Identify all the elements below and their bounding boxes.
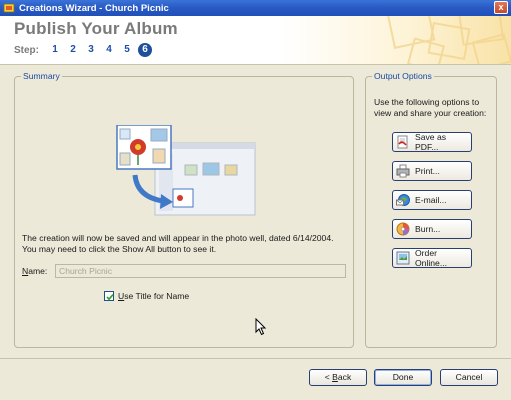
step-1-link[interactable]: 1 [48, 43, 62, 57]
window-title: Creations Wizard - Church Picnic [19, 2, 169, 14]
use-title-option[interactable]: Use Title for Name [104, 291, 189, 301]
summary-legend: Summary [21, 71, 62, 81]
description-line-1: The creation will now be saved and will … [22, 233, 334, 243]
email-label: E-mail... [415, 195, 447, 205]
back-button[interactable]: < Back [309, 369, 367, 386]
mouse-cursor-icon [255, 318, 267, 336]
printer-icon [396, 164, 410, 178]
output-options-legend: Output Options [372, 71, 434, 81]
cancel-button[interactable]: Cancel [440, 369, 498, 386]
output-options-description: Use the following options to view and sh… [374, 97, 487, 118]
step-2-link[interactable]: 2 [66, 43, 80, 57]
summary-group: Summary The creation will now be saved a… [14, 71, 354, 348]
page-title: Publish Your Album [14, 19, 178, 38]
app-icon [3, 2, 15, 14]
step-5-link[interactable]: 5 [120, 43, 134, 57]
description-line-2: You may need to click the Show All butto… [22, 244, 217, 254]
save-as-pdf-label: Save as PDF... [415, 132, 447, 152]
step-navigator: Step: 1 2 3 4 5 6 [14, 43, 156, 57]
use-title-label: Use Title for Name [118, 291, 190, 301]
checkmark-icon [106, 294, 114, 301]
name-row: Name: Church Picnic [22, 264, 346, 278]
step-label: Step: [14, 44, 39, 56]
step-3-link[interactable]: 3 [84, 43, 98, 57]
done-button[interactable]: Done [374, 369, 432, 386]
burn-button[interactable]: Burn... [392, 219, 472, 239]
name-label: Name: [22, 266, 48, 276]
save-as-pdf-button[interactable]: Save as PDF... [392, 132, 472, 152]
footer-divider [0, 358, 511, 359]
order-online-button[interactable]: Order Online... [392, 248, 472, 268]
close-button[interactable]: x [494, 1, 508, 14]
print-button[interactable]: Print... [392, 161, 472, 181]
email-button[interactable]: E-mail... [392, 190, 472, 210]
save-to-photo-well-illustration [116, 125, 256, 216]
header-divider [0, 64, 511, 65]
close-icon: x [498, 2, 504, 12]
header-decoration [386, 16, 511, 64]
wizard-header: Publish Your Album Step: 1 2 3 4 5 6 [0, 16, 511, 64]
email-icon [396, 194, 410, 206]
summary-description: The creation will now be saved and will … [22, 233, 352, 255]
cd-icon [396, 222, 410, 236]
order-online-label: Order Online... [415, 248, 448, 268]
burn-label: Burn... [415, 224, 441, 234]
step-6-current: 6 [138, 43, 152, 57]
order-online-icon [396, 251, 410, 265]
name-field[interactable]: Church Picnic [55, 264, 346, 278]
pdf-icon [397, 135, 408, 149]
output-options-group: Output Options Use the following options… [365, 71, 497, 348]
title-bar[interactable]: Creations Wizard - Church Picnic x [0, 0, 511, 16]
step-4-link[interactable]: 4 [102, 43, 116, 57]
print-label: Print... [415, 166, 440, 176]
use-title-checkbox[interactable] [104, 291, 114, 301]
